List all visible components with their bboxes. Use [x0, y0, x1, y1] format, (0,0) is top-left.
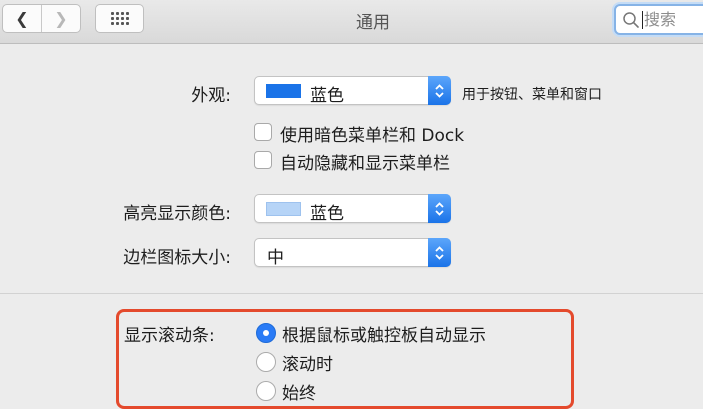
- sidebar-icon-size-stepper[interactable]: [428, 238, 451, 267]
- window-title: 通用: [356, 12, 390, 33]
- search-icon: [623, 11, 639, 28]
- highlight-color-value: 蓝色: [310, 204, 344, 224]
- highlight-color-popup[interactable]: 蓝色: [254, 194, 451, 224]
- appearance-swatch: [266, 84, 301, 98]
- appearance-popup[interactable]: 蓝色: [254, 76, 451, 106]
- search-field[interactable]: 搜索: [614, 4, 703, 35]
- up-down-chevron-icon: [435, 83, 444, 98]
- dark-menu-bar-label: 使用暗色菜单栏和 Dock: [280, 126, 465, 146]
- scrollbars-auto-label: 根据鼠标或触控板自动显示: [282, 326, 486, 346]
- appearance-hint: 用于按钮、菜单和窗口: [462, 87, 602, 103]
- auto-hide-menu-bar-label: 自动隐藏和显示菜单栏: [280, 154, 450, 174]
- grid-icon: [110, 12, 129, 25]
- sidebar-icon-size-value: 中: [267, 248, 284, 268]
- general-preferences: 外观: 蓝色 用于按钮、菜单和窗口 使用暗色菜单栏和 Dock 自动隐藏和显示菜…: [0, 45, 703, 409]
- sidebar-icon-size-label: 边栏图标大小:: [123, 248, 231, 268]
- show-all-button[interactable]: [95, 4, 144, 33]
- search-placeholder: 搜索: [642, 9, 677, 29]
- chevron-right-icon: ❯: [54, 9, 68, 28]
- appearance-label: 外观:: [191, 86, 231, 106]
- section-divider: [0, 293, 703, 294]
- navigation-buttons: ❮ ❯: [2, 4, 81, 33]
- up-down-chevron-icon: [435, 201, 444, 216]
- toolbar: ❮ ❯ 通用 搜索: [0, 0, 703, 44]
- up-down-chevron-icon: [435, 245, 444, 260]
- dark-menu-bar-checkbox[interactable]: [254, 123, 272, 141]
- highlight-color-swatch: [266, 202, 301, 216]
- highlight-color-label: 高亮显示颜色:: [123, 204, 231, 224]
- sidebar-icon-size-popup[interactable]: 中: [254, 238, 451, 268]
- auto-hide-menu-bar-checkbox[interactable]: [254, 151, 272, 169]
- scrollbars-when-scrolling-label: 滚动时: [282, 355, 333, 375]
- appearance-value: 蓝色: [310, 86, 344, 106]
- highlight-color-stepper[interactable]: [428, 194, 451, 223]
- scrollbars-always-label: 始终: [282, 384, 316, 404]
- scrollbars-always-radio[interactable]: [256, 381, 276, 401]
- scrollbars-auto-radio[interactable]: [256, 323, 276, 343]
- show-scrollbars-label: 显示滚动条:: [124, 326, 215, 346]
- back-button[interactable]: ❮: [3, 5, 42, 32]
- scrollbars-when-scrolling-radio[interactable]: [256, 352, 276, 372]
- appearance-stepper[interactable]: [428, 76, 451, 105]
- forward-button[interactable]: ❯: [42, 5, 80, 32]
- chevron-left-icon: ❮: [15, 9, 29, 28]
